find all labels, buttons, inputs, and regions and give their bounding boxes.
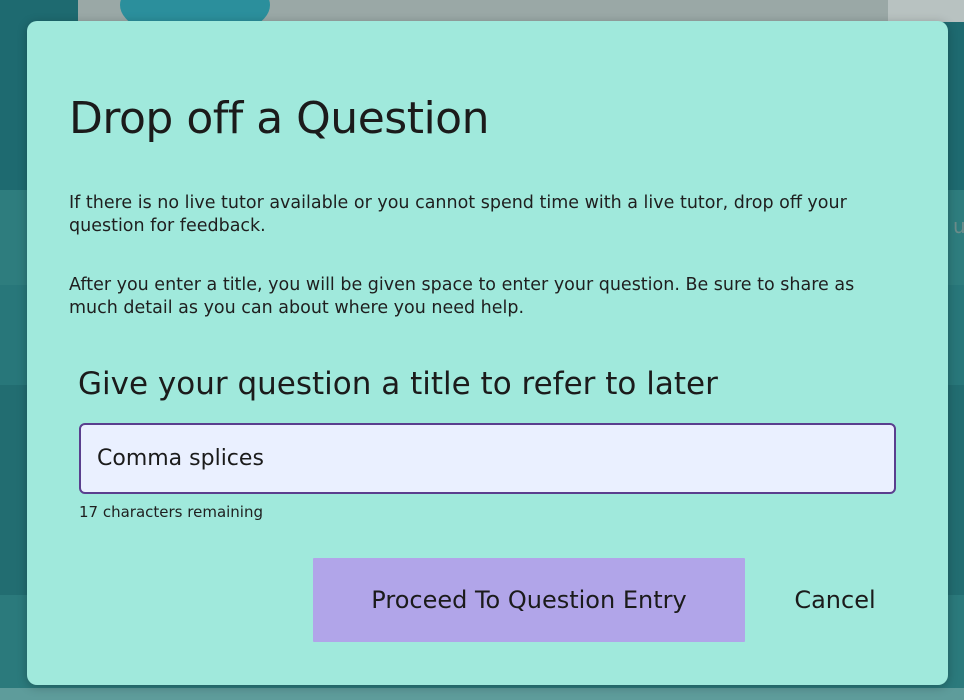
dialog-description-1: If there is no live tutor available or y… xyxy=(69,193,847,236)
dialog-description-2: After you enter a title, you will be giv… xyxy=(69,275,855,318)
proceed-to-question-entry-button[interactable]: Proceed To Question Entry xyxy=(313,558,745,642)
characters-remaining: 17 characters remaining xyxy=(79,503,264,521)
title-field-label: Give your question a title to refer to l… xyxy=(78,366,718,402)
cancel-button[interactable]: Cancel xyxy=(765,558,905,642)
dialog-title: Drop off a Question xyxy=(69,93,489,144)
background-top-right-card xyxy=(888,0,964,22)
background-footer xyxy=(0,688,964,700)
background-partial-text: u xyxy=(953,214,964,238)
question-title-input[interactable] xyxy=(79,423,896,494)
drop-off-question-dialog: Drop off a Question If there is no live … xyxy=(27,21,948,685)
